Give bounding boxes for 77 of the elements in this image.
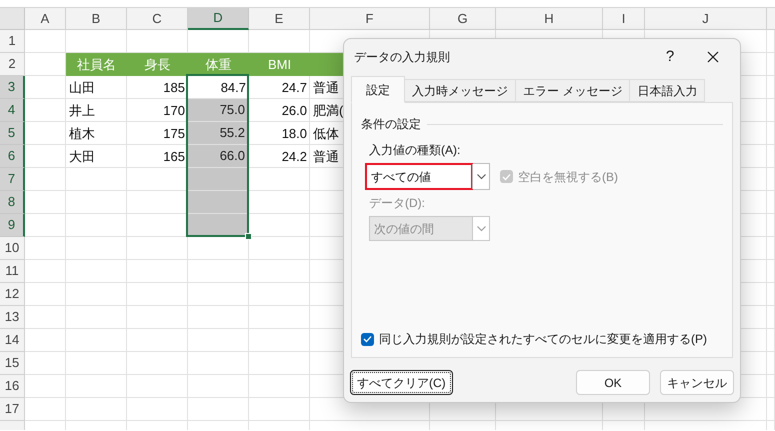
selected-cell — [188, 191, 248, 213]
row-header[interactable]: 6 — [0, 145, 25, 168]
row-header[interactable]: 13 — [0, 306, 25, 329]
table-cell-text: 肥満( — [313, 102, 344, 120]
column-header[interactable]: I — [603, 8, 645, 30]
row-header[interactable]: 16 — [0, 375, 25, 398]
field-label: データ(D): — [369, 195, 426, 212]
header-cell: 体重 — [188, 53, 249, 76]
table-cell-text: 26.0 — [282, 102, 307, 120]
select-all-corner[interactable] — [0, 8, 25, 30]
table-cell-text: 84.7 — [220, 78, 246, 97]
tab[interactable]: 設定 — [351, 76, 405, 103]
table-cell-text: 普通 — [313, 148, 339, 166]
table-cell-text: 185 — [163, 78, 185, 97]
row-header[interactable]: 9 — [0, 214, 25, 237]
checkbox[interactable] — [361, 332, 374, 346]
column-header[interactable]: G — [430, 8, 496, 30]
header-cell: BMI — [249, 53, 310, 76]
column-header[interactable]: C — [127, 8, 188, 30]
table-cell-text: 井上 — [69, 102, 95, 120]
cancel-button[interactable]: キャンセル — [660, 370, 734, 395]
table-cell-text: 普通 — [313, 78, 339, 97]
row-header[interactable]: 8 — [0, 191, 25, 214]
selected-cell — [188, 168, 248, 190]
table-cell: 75.0 — [188, 99, 248, 121]
clear-all-button[interactable]: すべてクリア(C) — [350, 370, 453, 395]
type-dropdown[interactable]: すべての値 — [365, 163, 490, 190]
checkbox-label: 空白を無視する(B) — [518, 168, 618, 186]
row-header[interactable]: 2 — [0, 53, 25, 76]
table-cell-text: 175 — [163, 124, 185, 143]
row-header[interactable]: 14 — [0, 329, 25, 352]
chevron-down-icon — [476, 174, 486, 180]
header-cell: 社員名 — [66, 53, 127, 76]
column-header[interactable]: A — [25, 8, 66, 30]
row-header[interactable]: 11 — [0, 260, 25, 283]
column-header[interactable]: E — [249, 8, 310, 30]
group-title: 条件の設定 — [361, 116, 421, 133]
row-header[interactable]: 15 — [0, 352, 25, 375]
row-header[interactable]: 10 — [0, 237, 25, 260]
table-cell-text: 山田 — [69, 78, 95, 97]
help-button[interactable]: ? — [650, 42, 690, 72]
tab[interactable]: 入力時メッセージ — [404, 79, 516, 102]
tab[interactable]: 日本語入力 — [629, 79, 706, 102]
table-cell-text: 低体 — [313, 124, 339, 143]
table-cell-text: 165 — [163, 148, 185, 166]
close-icon — [707, 51, 719, 63]
column-header[interactable]: B — [66, 8, 127, 30]
column-header[interactable] — [767, 8, 775, 30]
ok-button[interactable]: OK — [576, 370, 650, 395]
table-cell-text: 大田 — [69, 148, 95, 166]
row-header[interactable]: 12 — [0, 283, 25, 306]
row-header[interactable]: 4 — [0, 99, 25, 122]
column-header[interactable]: D — [188, 8, 249, 30]
table-cell-text: 18.0 — [282, 124, 307, 143]
window-title: データの入力規則 — [354, 49, 451, 66]
field-label: 入力値の種類(A): — [369, 142, 462, 159]
column-header[interactable]: F — [310, 8, 430, 30]
row-header[interactable]: 5 — [0, 122, 25, 145]
row-header[interactable]: 17 — [0, 398, 25, 421]
row-header[interactable]: 1 — [0, 30, 25, 53]
column-header[interactable]: H — [496, 8, 603, 30]
table-cell-text: 植木 — [69, 124, 95, 143]
table-cell: 66.0 — [188, 145, 248, 167]
selected-cell — [188, 214, 248, 236]
table-cell-text: 24.7 — [282, 78, 307, 97]
row-header[interactable]: 7 — [0, 168, 25, 191]
fill-handle[interactable] — [245, 233, 252, 240]
table-cell-text: 24.2 — [282, 148, 307, 166]
table-cell: 55.2 — [188, 122, 248, 144]
table-cell-text: 170 — [163, 102, 185, 120]
tab[interactable]: エラー メッセージ — [515, 79, 630, 102]
chevron-down-icon — [476, 226, 486, 232]
column-header[interactable]: J — [645, 8, 767, 30]
row-header[interactable]: 3 — [0, 76, 25, 99]
header-cell: 身長 — [127, 53, 188, 76]
row-header[interactable] — [0, 421, 25, 430]
checkbox-label: 同じ入力規則が設定されたすべてのセルに変更を適用する(P) — [379, 331, 707, 348]
